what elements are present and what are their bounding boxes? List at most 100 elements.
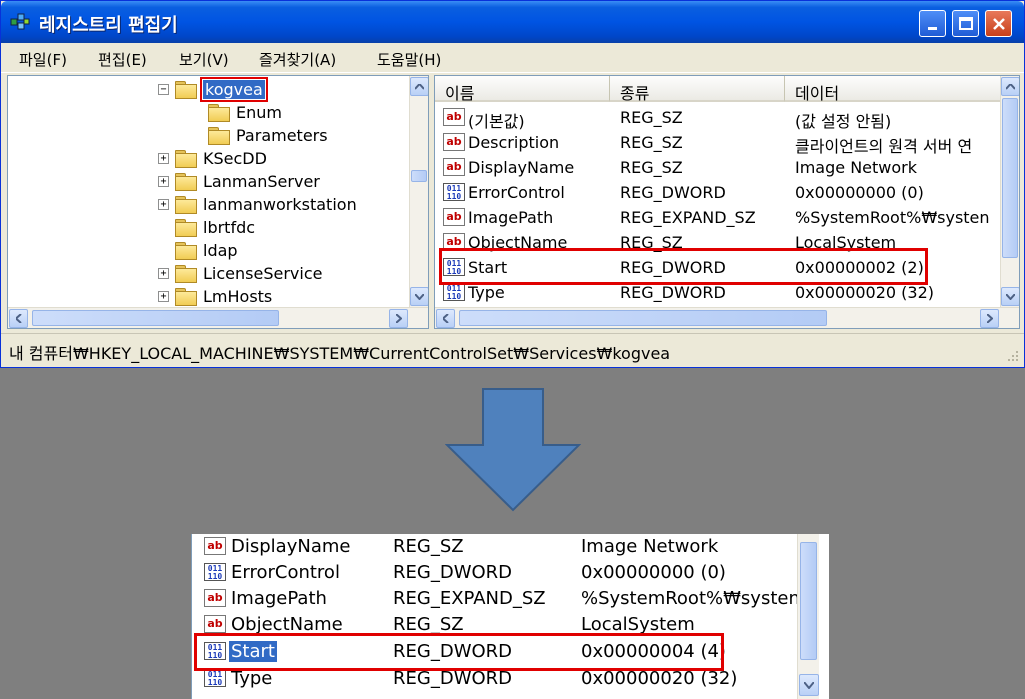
ab-string-icon: ab <box>443 158 465 176</box>
scroll-up-button[interactable] <box>410 77 428 96</box>
tree-item-label: lbrtfdc <box>203 217 256 237</box>
chevron-right-icon <box>986 314 993 323</box>
value-type: REG_DWORD <box>393 668 513 689</box>
tree-item-lbrtfdc[interactable]: lbrtfdc <box>175 216 255 238</box>
close-button[interactable] <box>985 10 1012 37</box>
value-row[interactable]: ab ImagePath REG_EXPAND_SZ %SystemRoot%₩… <box>435 205 1005 230</box>
value-name: DisplayName <box>468 158 575 177</box>
value-row[interactable]: ab DisplayName REG_SZ Image Network <box>192 534 762 561</box>
folder-icon <box>175 265 197 283</box>
tree-item-label: kogvea <box>200 76 268 102</box>
expand-icon[interactable]: + <box>158 267 169 279</box>
menu-file[interactable]: 파일(F) <box>19 49 67 70</box>
registry-path: 내 컴퓨터₩HKEY_LOCAL_MACHINE₩SYSTEM₩CurrentC… <box>9 344 671 363</box>
tree-item-lanmanserver[interactable]: + LanmanServer <box>158 170 320 192</box>
scroll-left-button[interactable] <box>436 309 455 328</box>
expand-icon[interactable]: + <box>158 290 169 302</box>
scroll-left-button[interactable] <box>9 309 28 328</box>
tree-item-licenseservice[interactable]: + LicenseService <box>158 262 322 284</box>
list-horizontal-scrollbar[interactable] <box>435 307 1019 328</box>
ab-string-icon: ab <box>443 108 465 126</box>
value-name: ImagePath <box>468 208 554 227</box>
value-row[interactable]: ab (기본값) REG_SZ (값 설정 안됨) <box>435 105 1005 131</box>
menu-view[interactable]: 보기(V) <box>179 49 229 70</box>
tree-item-label: LanmanServer <box>203 171 320 191</box>
scroll-thumb[interactable] <box>459 310 827 326</box>
scroll-right-button[interactable] <box>389 309 408 328</box>
scroll-right-button[interactable] <box>980 309 999 328</box>
expand-icon[interactable]: + <box>158 152 169 164</box>
collapse-icon[interactable]: − <box>158 83 169 95</box>
highlight-box-start <box>194 633 724 671</box>
tree-item-lanmanworkstation[interactable]: + lanmanworkstation <box>158 193 357 215</box>
title-bar[interactable]: 레지스트리 편집기 <box>1 1 1024 43</box>
value-name: Type <box>231 668 273 689</box>
scroll-down-button[interactable] <box>1001 287 1019 306</box>
scroll-down-button[interactable] <box>799 674 819 696</box>
key-tree-pane[interactable]: − kogvea Enum Parameters + KSecDD + Lanm… <box>7 75 429 329</box>
value-data: %SystemRoot%₩systen <box>795 208 990 227</box>
value-type: REG_SZ <box>393 536 464 557</box>
maximize-button[interactable] <box>952 10 979 37</box>
scroll-thumb[interactable] <box>411 170 427 182</box>
tree-item-ldap[interactable]: ldap <box>175 239 238 261</box>
scroll-thumb[interactable] <box>32 310 279 326</box>
dword-binary-icon: 011 110 <box>204 563 226 581</box>
tree-item-kogvea[interactable]: − kogvea <box>158 76 268 102</box>
menu-favorites[interactable]: 즐겨찾기(A) <box>259 49 336 70</box>
expand-icon[interactable]: + <box>158 175 169 187</box>
column-header-data[interactable]: 데이터 <box>785 76 1003 103</box>
chevron-right-icon <box>395 314 402 323</box>
scroll-thumb[interactable] <box>800 542 817 660</box>
value-type: REG_SZ <box>620 108 683 127</box>
resize-grip-icon[interactable] <box>1006 349 1020 363</box>
value-data: LocalSystem <box>581 614 695 635</box>
tree-item-label: LmHosts <box>203 286 273 306</box>
value-type: REG_SZ <box>620 158 683 177</box>
tree-item-parameters[interactable]: Parameters <box>208 124 328 146</box>
folder-icon <box>175 150 197 168</box>
values-list-pane[interactable]: 이름 종류 데이터 ab (기본값) REG_SZ (값 설정 안됨) ab D… <box>434 75 1020 329</box>
value-row[interactable]: ab ImagePath REG_EXPAND_SZ %SystemRoot%₩… <box>192 586 800 613</box>
value-data: 0x00000020 (32) <box>581 668 738 689</box>
tree-item-label: LicenseService <box>203 263 323 283</box>
close-icon <box>992 17 1005 30</box>
value-name: DisplayName <box>231 536 351 557</box>
tree-item-ksecdd[interactable]: + KSecDD <box>158 147 267 169</box>
value-row[interactable]: ab DisplayName REG_SZ Image Network <box>435 155 1005 180</box>
expand-icon[interactable]: + <box>158 198 169 210</box>
tree-item-lmhosts[interactable]: + LmHosts <box>158 285 272 307</box>
folder-icon <box>175 288 197 306</box>
zoom-vertical-scrollbar[interactable] <box>797 534 819 699</box>
list-vertical-scrollbar[interactable] <box>1000 76 1019 307</box>
scroll-down-button[interactable] <box>410 287 428 306</box>
column-header-type[interactable]: 종류 <box>610 76 785 103</box>
tree-item-enum[interactable]: Enum <box>208 101 282 123</box>
tree-horizontal-scrollbar[interactable] <box>8 307 428 328</box>
chevron-left-icon <box>15 314 22 323</box>
scroll-up-button[interactable] <box>1001 77 1019 96</box>
menu-help[interactable]: 도움말(H) <box>377 49 441 70</box>
dword-binary-icon: 011 110 <box>204 669 226 687</box>
value-type: REG_EXPAND_SZ <box>393 588 546 609</box>
menu-edit[interactable]: 편집(E) <box>98 49 147 70</box>
window-title: 레지스트리 편집기 <box>39 15 178 36</box>
maximize-icon <box>958 16 973 30</box>
value-row[interactable]: ab Description REG_SZ 클라이언트의 원격 서버 연 <box>435 130 1005 156</box>
value-row[interactable]: 011 110 ErrorControl REG_DWORD 0x00000000… <box>192 560 762 587</box>
minimize-button[interactable] <box>919 10 946 37</box>
value-data: %SystemRoot%₩systen <box>581 588 800 609</box>
folder-icon <box>175 219 197 237</box>
tree-vertical-scrollbar[interactable] <box>409 76 428 307</box>
ab-string-icon: ab <box>443 133 465 151</box>
scroll-thumb[interactable] <box>1002 98 1018 258</box>
value-data: Image Network <box>581 536 719 557</box>
value-row[interactable]: 011 110 ErrorControl REG_DWORD 0x00000000… <box>435 180 1005 205</box>
tree-item-label: Parameters <box>236 125 328 145</box>
value-data: Image Network <box>795 158 917 177</box>
value-name: Type <box>468 283 505 302</box>
value-type: REG_EXPAND_SZ <box>620 208 756 227</box>
regedit-icon <box>10 13 30 30</box>
column-header-name[interactable]: 이름 <box>435 76 610 103</box>
chevron-up-icon <box>415 83 424 90</box>
